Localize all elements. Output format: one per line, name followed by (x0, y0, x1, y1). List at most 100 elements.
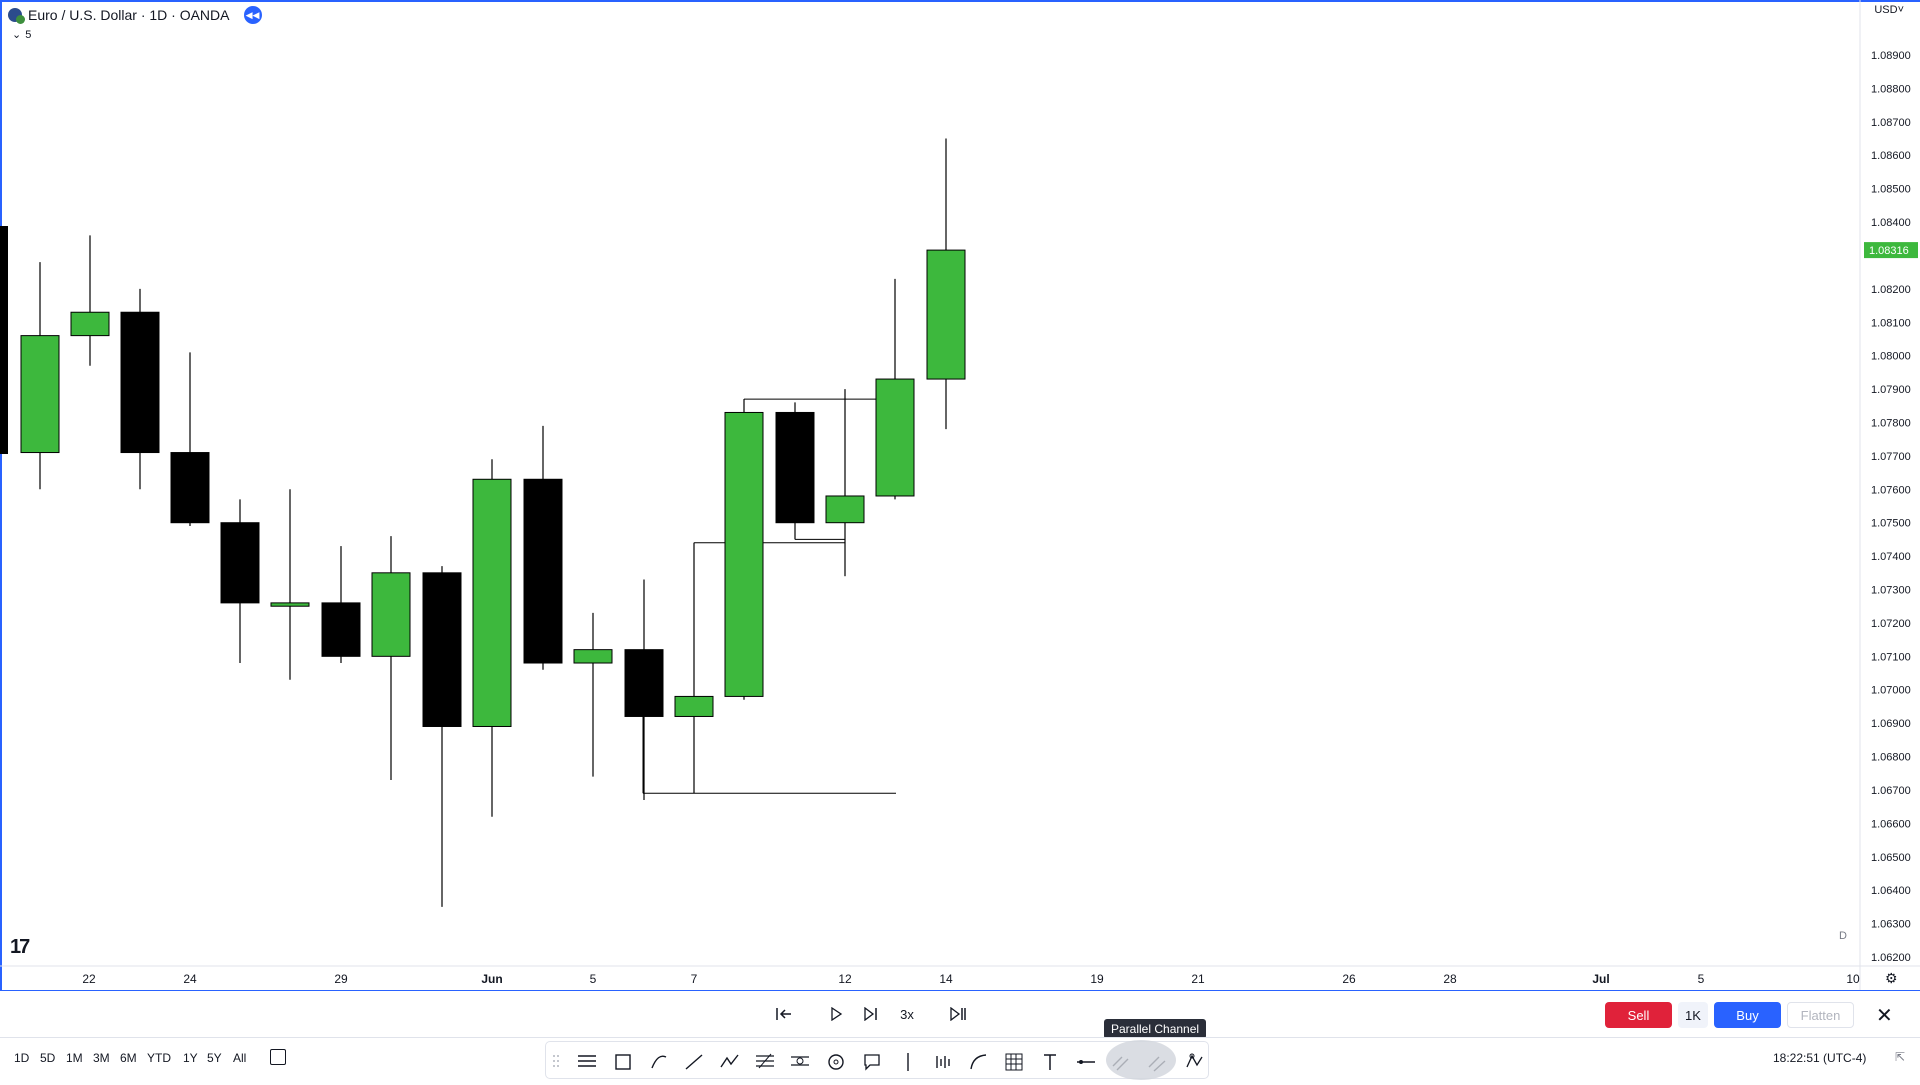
range-5y[interactable]: 5Y (207, 1051, 222, 1065)
price-tick-label: 1.08000 (1871, 351, 1911, 363)
long-position-icon[interactable] (936, 1056, 950, 1068)
candle-body (20, 335, 60, 454)
close-icon[interactable]: ✕ (1876, 1003, 1893, 1028)
price-tick-label: 1.07100 (1871, 651, 1911, 663)
price-tick-label: 1.08900 (1871, 50, 1911, 62)
gann-icon[interactable] (791, 1056, 809, 1066)
horizontal-lines-icon[interactable] (578, 1055, 596, 1067)
price-tick-label: 1.07400 (1871, 551, 1911, 563)
time-tick-label: 5 (590, 972, 597, 986)
price-tick-label: 1.06700 (1871, 785, 1911, 797)
jump-to-realtime-icon[interactable] (946, 1003, 970, 1025)
candle (573, 612, 613, 777)
currency-selector[interactable]: USD˅ (1874, 4, 1904, 16)
candle (170, 352, 210, 527)
replay-speed-button[interactable]: 3x (893, 1003, 921, 1025)
maximize-icon[interactable]: ⇱ (1895, 1050, 1905, 1064)
tradingview-logo[interactable]: 17 (10, 936, 30, 959)
active-tool-highlight (1106, 1040, 1176, 1080)
fib-channel-icon[interactable] (756, 1053, 774, 1069)
time-scale-labels: 22 24 29 Jun 5 7 12 14 19 21 26 28 Jul 5 10 (82, 972, 1860, 986)
text-icon[interactable] (1044, 1054, 1056, 1070)
range-1y[interactable]: 1Y (183, 1051, 198, 1065)
candle (674, 542, 714, 794)
price-tick-label: 1.07800 (1871, 417, 1911, 429)
pattern-icon[interactable] (1186, 1053, 1203, 1068)
grid-icon[interactable] (1005, 1053, 1023, 1071)
price-tick-label: 1.06300 (1871, 919, 1911, 931)
collapse-count: 5 (25, 28, 32, 41)
circle-icon[interactable] (828, 1054, 844, 1070)
price-scale-labels: 1.08900 1.08800 1.08700 1.08600 1.08500 1.084… (1871, 50, 1911, 964)
jump-to-bar-icon[interactable] (772, 1003, 796, 1025)
rewind-icon[interactable]: ◀◀ (243, 6, 262, 24)
drag-handle-icon[interactable] (553, 1055, 559, 1067)
candle (422, 566, 462, 907)
candle-body (724, 411, 764, 697)
candle (371, 536, 411, 780)
time-tick-label: Jul (1592, 972, 1609, 986)
buy-button[interactable]: Buy (1714, 1002, 1781, 1028)
range-all[interactable]: All (233, 1051, 246, 1065)
price-tick-label: 1.08100 (1871, 317, 1911, 329)
candle (472, 459, 512, 817)
candle (724, 399, 764, 700)
currency-label: USD (1874, 4, 1898, 16)
horizontal-ray-icon[interactable] (1077, 1060, 1095, 1064)
sell-button[interactable]: Sell (1605, 1002, 1672, 1028)
time-tick-label: 28 (1443, 972, 1457, 986)
price-tick-label: 1.08700 (1871, 117, 1911, 129)
candle (926, 138, 966, 430)
candle (120, 288, 160, 490)
price-tick-label: 1.07900 (1871, 384, 1911, 396)
curve-icon[interactable] (970, 1054, 987, 1070)
time-tick-label: 24 (183, 972, 197, 986)
price-tick-label: 1.07200 (1871, 618, 1911, 630)
indicator-collapse[interactable]: ⌄ 5 (12, 28, 32, 42)
candle (70, 235, 110, 366)
drawn-annotation-lines[interactable] (642, 398, 896, 794)
price-tick-label: 1.08800 (1871, 83, 1911, 95)
gear-icon[interactable]: ⚙ (1885, 970, 1898, 987)
range-ytd[interactable]: YTD (147, 1051, 171, 1065)
price-tick-label: 1.08600 (1871, 150, 1911, 162)
rectangle-icon[interactable] (615, 1054, 631, 1070)
range-6m[interactable]: 6M (120, 1051, 137, 1065)
polyline-icon[interactable] (720, 1054, 739, 1068)
price-tick-label: 1.06600 (1871, 818, 1911, 830)
flatten-button[interactable]: Flatten (1787, 1002, 1854, 1028)
range-3m[interactable]: 3M (93, 1051, 110, 1065)
time-tick-label: 5 (1698, 972, 1705, 986)
candle-body (472, 478, 512, 727)
chevron-down-icon[interactable]: ⌄ (12, 28, 21, 41)
candle (321, 546, 361, 664)
candle-body (220, 522, 260, 604)
symbol-legend[interactable]: Euro / U.S. Dollar · 1D · OANDA ◀◀ (8, 6, 262, 24)
range-1d[interactable]: 1D (14, 1051, 29, 1065)
current-price-text: 1.08316 (1869, 245, 1909, 257)
time-tick-label: Jun (481, 972, 502, 986)
step-forward-icon[interactable] (859, 1003, 883, 1025)
play-icon[interactable] (824, 1003, 848, 1025)
trend-line-icon[interactable] (685, 1054, 703, 1070)
scale-mode-marker[interactable]: D (1839, 930, 1847, 942)
range-1m[interactable]: 1M (66, 1051, 83, 1065)
calendar-icon[interactable] (270, 1049, 286, 1065)
price-tick-label: 1.06200 (1871, 952, 1911, 964)
candlestick-series (20, 138, 966, 907)
brush-icon[interactable] (651, 1055, 667, 1069)
quantity-field[interactable]: 1K (1678, 1002, 1708, 1028)
clock-timezone[interactable]: 18:22:51 (UTC-4) (1773, 1051, 1866, 1065)
callout-icon[interactable] (864, 1054, 880, 1071)
chart-canvas[interactable]: 1.08900 1.08800 1.08700 1.08600 1.08500 1.084… (0, 0, 1920, 991)
candle-body (371, 572, 411, 657)
candle-body (926, 249, 966, 380)
price-tick-label: 1.08200 (1871, 284, 1911, 296)
candle-body (321, 602, 361, 657)
candle-body (120, 311, 160, 454)
range-5d[interactable]: 5D (40, 1051, 55, 1065)
price-tick-label: 1.07300 (1871, 585, 1911, 597)
candle-body (170, 452, 210, 524)
candle-body (624, 649, 664, 717)
candle (624, 579, 664, 800)
